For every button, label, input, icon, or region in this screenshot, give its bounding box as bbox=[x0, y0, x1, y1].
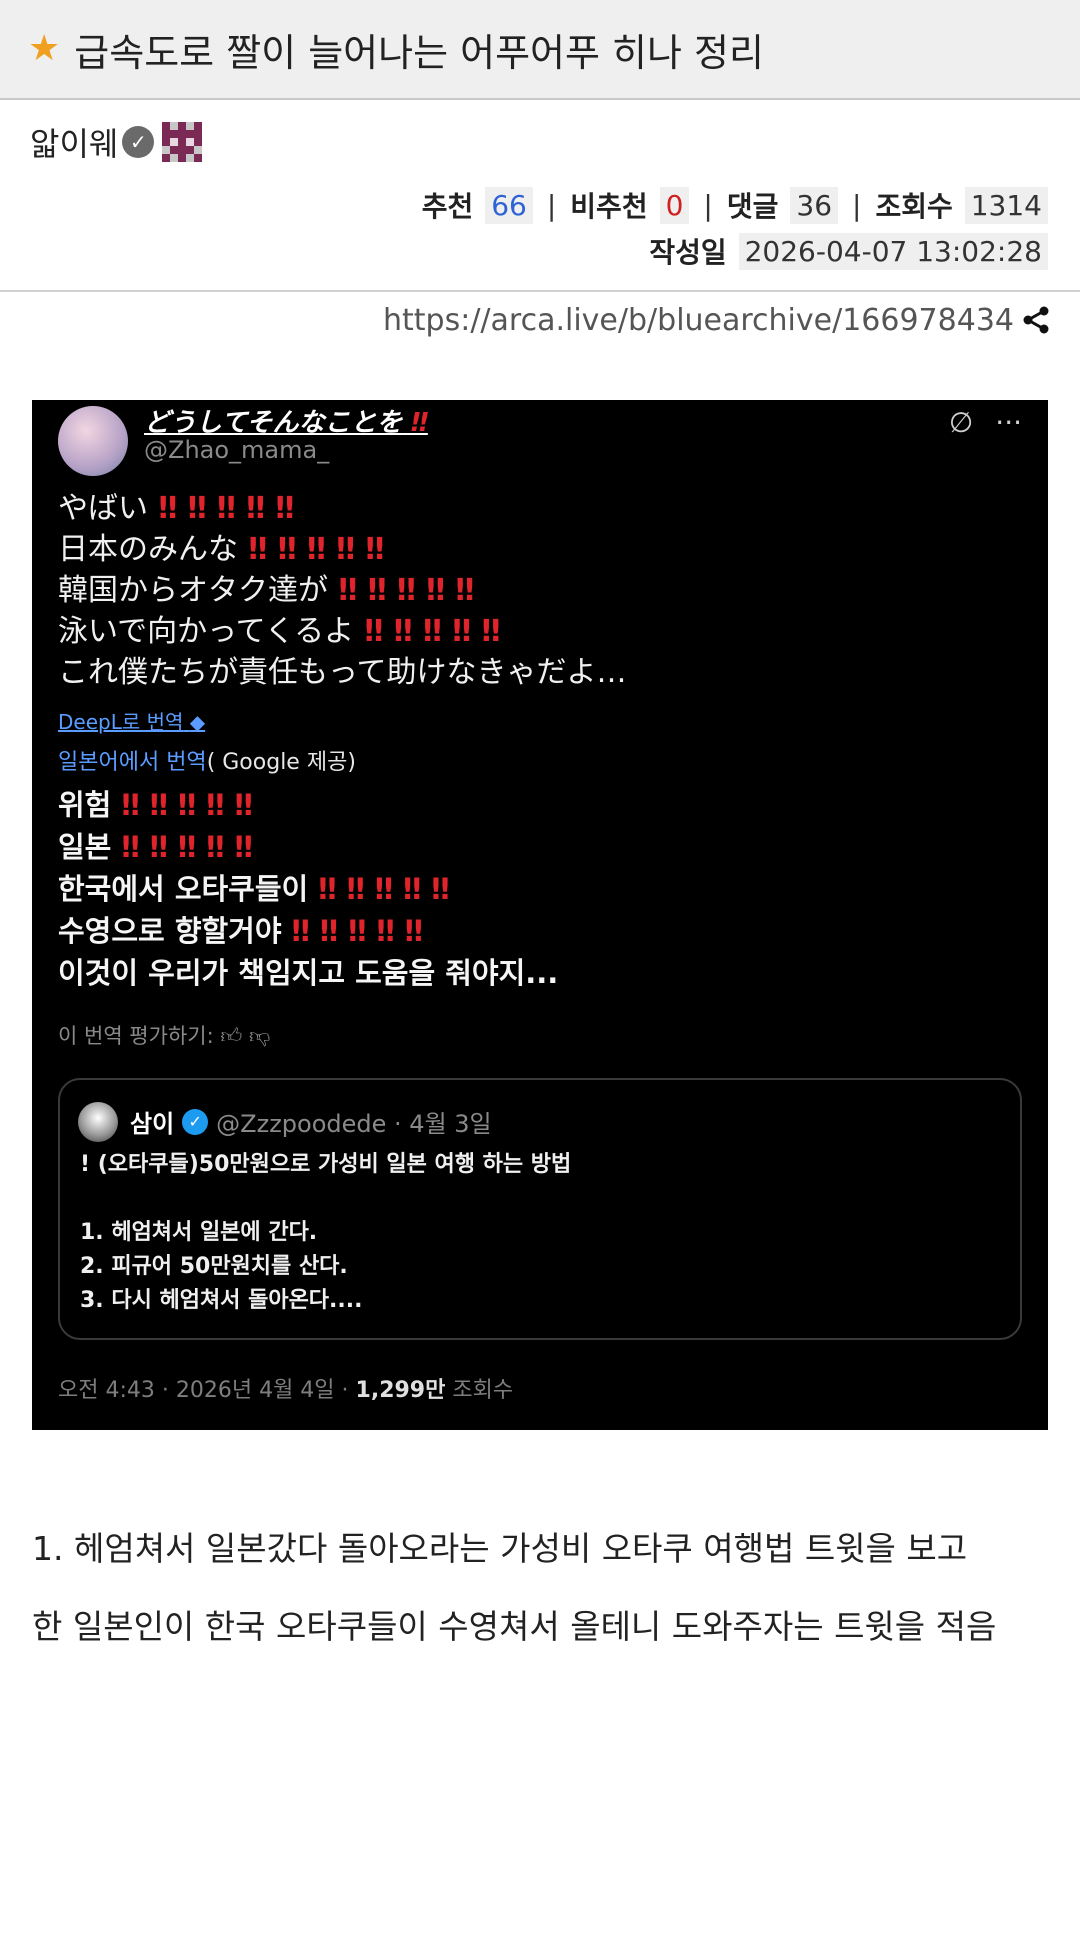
views-count: 1314 bbox=[964, 186, 1048, 224]
comments-label: 댓글 bbox=[726, 190, 779, 223]
views-label: 조회수 bbox=[875, 190, 953, 223]
quoted-handle: @Zzzpoodede · 4월 3일 bbox=[216, 1110, 492, 1138]
date-line: 작성일 2026-04-07 13:02:28 bbox=[649, 228, 1048, 274]
verified-badge-icon: ✓ bbox=[182, 1108, 209, 1135]
tweet-author-handle: @Zhao_mama_ bbox=[144, 436, 330, 464]
post-title: 급속도로 짤이 늘어나는 어푸어푸 히나 정리 bbox=[74, 30, 764, 75]
divider: | bbox=[546, 188, 557, 222]
stats-line: 추천 66 | 비추천 0 | 댓글 36 | 조회수 1314 bbox=[422, 182, 1048, 228]
post-date: 2026-04-07 13:02:28 bbox=[738, 232, 1048, 270]
author-avatar[interactable] bbox=[162, 122, 203, 162]
tweet-line: 이것이 우리가 책임지고 도움을 줘야지... bbox=[58, 956, 559, 990]
google-translate-note: 일본어에서 번역( Google 제공) bbox=[58, 750, 356, 775]
grok-icon: ∅ bbox=[948, 406, 974, 439]
tweet-line: 韓国からオタク達が ‼ ‼ ‼ ‼ ‼ bbox=[58, 573, 475, 608]
more-icon: ··· bbox=[995, 406, 1022, 439]
tweet-line: 한국에서 오타쿠들이 ‼ ‼ ‼ ‼ ‼ bbox=[58, 872, 450, 906]
date-label: 작성일 bbox=[649, 236, 727, 269]
quoted-author-name: 삼이 bbox=[130, 1110, 175, 1138]
tweet-footer: 오전 4:43 · 2026년 4월 4일 · 1,299만 조회수 bbox=[58, 1378, 514, 1403]
post-url[interactable]: https://arca.live/b/bluearchive/16697843… bbox=[383, 303, 1014, 338]
quoted-header: 삼이 ✓ @Zzzpoodede · 4월 3일 bbox=[130, 1104, 492, 1139]
tweet-translated-text: 위험 ‼ ‼ ‼ ‼ ‼ 일본 ‼ ‼ ‼ ‼ ‼ 한국에서 오타쿠들이 ‼ ‼… bbox=[58, 784, 558, 994]
author-row: 앏이웨 ✓ bbox=[0, 102, 1080, 182]
comments-count: 36 bbox=[790, 186, 839, 224]
tweet-line: 일본 ‼ ‼ ‼ ‼ ‼ bbox=[58, 830, 253, 864]
star-icon[interactable]: ★ bbox=[28, 31, 60, 67]
tweet-line: 泳いで向かってくるよ ‼ ‼ ‼ ‼ ‼ bbox=[58, 614, 501, 649]
author-name[interactable]: 앏이웨 bbox=[30, 119, 118, 165]
tweet-author-name: どうしてそんなことを ‼ bbox=[144, 408, 428, 438]
tweet-line: これ僕たちが責任もって助けなきゃだよ… bbox=[58, 655, 627, 690]
quoted-text: ! (오타쿠들)50만원으로 가성비 일본 여행 하는 방법 1. 헤엄쳐서 일… bbox=[80, 1152, 572, 1313]
tweet-avatar bbox=[58, 406, 128, 476]
notrecommend-label: 비추천 bbox=[570, 190, 648, 223]
tweet-original-text: やばい ‼ ‼ ‼ ‼ ‼ 日本のみんな ‼ ‼ ‼ ‼ ‼ 韓国からオタク達が… bbox=[58, 488, 627, 693]
tweet-line: 日本のみんな ‼ ‼ ‼ ‼ ‼ bbox=[58, 532, 385, 567]
verified-icon: ✓ bbox=[122, 126, 155, 158]
quoted-avatar bbox=[78, 1102, 118, 1142]
post-url-row: https://arca.live/b/bluearchive/16697843… bbox=[0, 292, 1080, 348]
quoted-tweet: 삼이 ✓ @Zzzpoodede · 4월 3일 ! (오타쿠들)50만원으로 … bbox=[58, 1078, 1022, 1340]
thumbs-up-icon: 👍︎ bbox=[220, 1024, 243, 1048]
tweet-line: やばい ‼ ‼ ‼ ‼ ‼ bbox=[58, 491, 295, 526]
deepl-translate-link: DeepL로 번역 ◆ bbox=[58, 710, 206, 734]
share-icon[interactable] bbox=[1022, 305, 1050, 335]
recommend-count: 66 bbox=[485, 186, 533, 224]
tweet-line: 위험 ‼ ‼ ‼ ‼ ‼ bbox=[58, 788, 253, 822]
tweet-header-icons: ∅ ··· bbox=[949, 406, 1022, 439]
divider: | bbox=[703, 188, 713, 222]
thumbs-down-icon: 👎︎ bbox=[249, 1024, 271, 1048]
notrecommend-count: 0 bbox=[659, 186, 690, 224]
recommend-label: 추천 bbox=[421, 190, 474, 223]
rate-translation: 이 번역 평가하기: 👍︎ 👎︎ bbox=[58, 1024, 271, 1048]
embedded-tweet-image: どうしてそんなことを ‼ @Zhao_mama_ ∅ ··· やばい ‼ ‼ ‼… bbox=[32, 400, 1048, 1430]
body-paragraph: 한 일본인이 한국 오타쿠들이 수영쳐서 올테니 도와주자는 트윗을 적음 bbox=[32, 1607, 997, 1646]
post-stats: 추천 66 | 비추천 0 | 댓글 36 | 조회수 1314 작성일 202… bbox=[0, 182, 1080, 274]
post-body: 1. 헤엄쳐서 일본갔다 돌아오라는 가성비 오타쿠 여행법 트윗을 보고 한 … bbox=[32, 1510, 1048, 1666]
post-title-bar: ★ 급속도로 짤이 늘어나는 어푸어푸 히나 정리 bbox=[0, 0, 1080, 100]
tweet-line: 수영으로 향할거야 ‼ ‼ ‼ ‼ ‼ bbox=[58, 914, 423, 948]
divider: | bbox=[852, 188, 862, 222]
body-paragraph: 1. 헤엄쳐서 일본갔다 돌아오라는 가성비 오타쿠 여행법 트윗을 보고 bbox=[32, 1529, 968, 1568]
